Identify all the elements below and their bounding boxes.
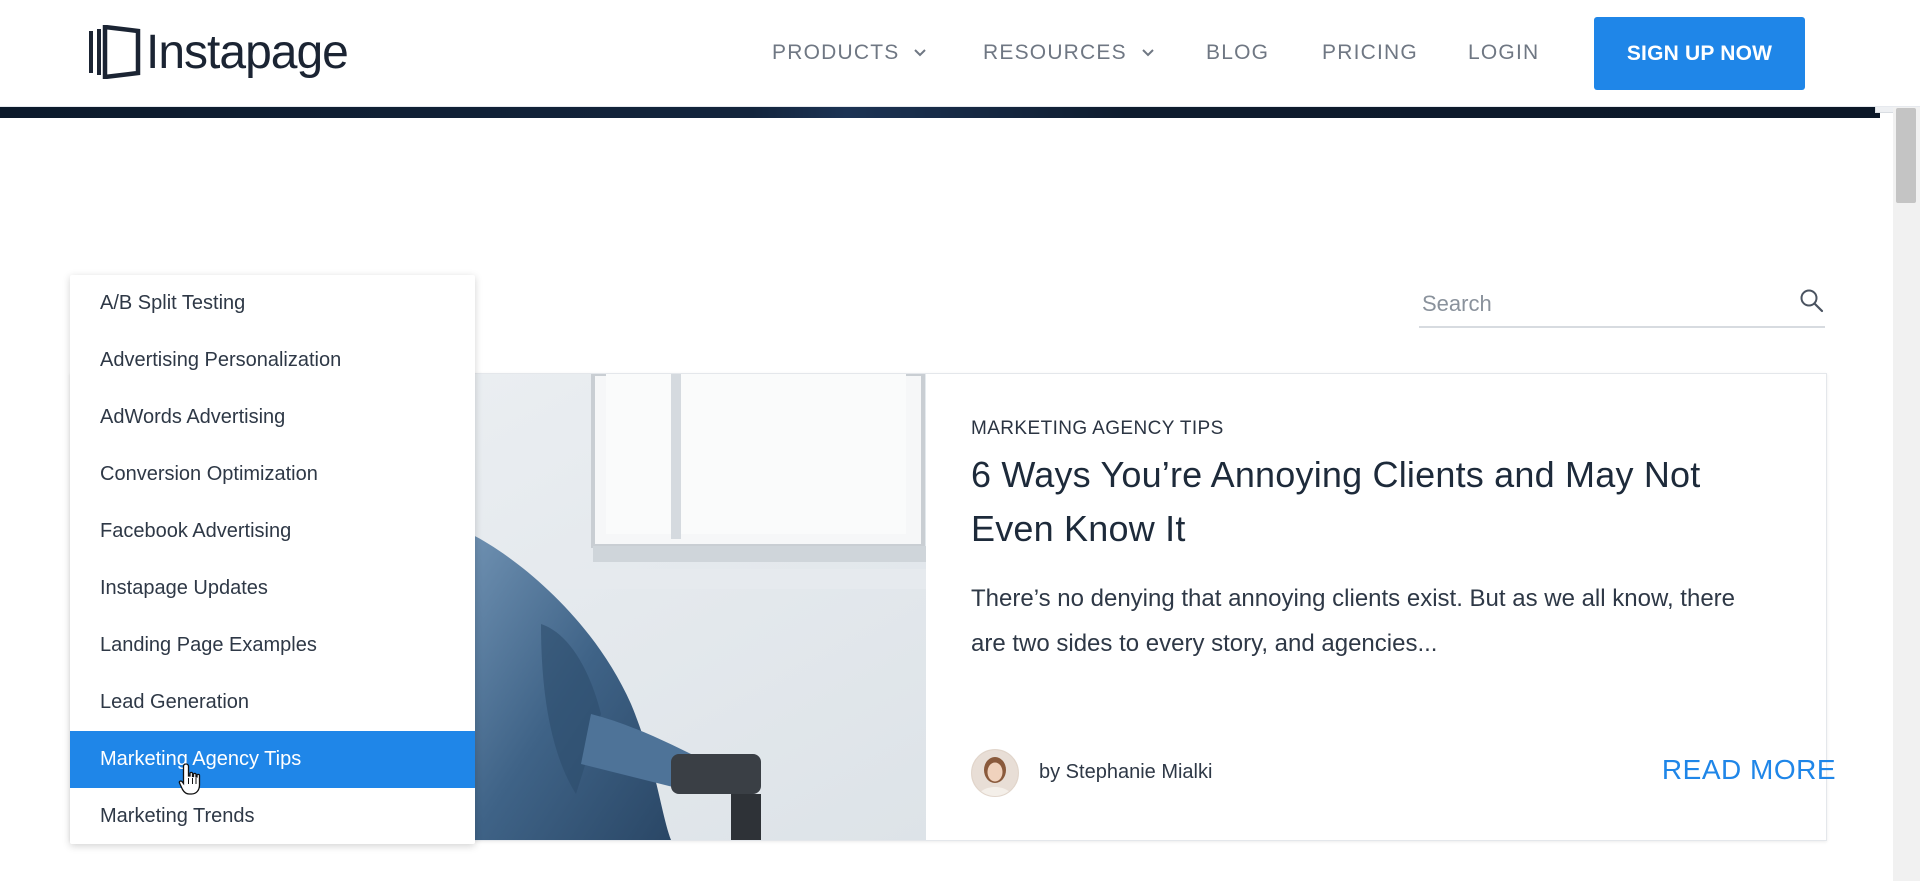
category-option-highlighted[interactable]: Marketing Agency Tips — [70, 731, 475, 788]
nav-login-label: LOGIN — [1468, 41, 1540, 64]
category-option[interactable]: Instapage Updates — [70, 560, 475, 617]
chevron-down-icon — [914, 49, 927, 57]
post-title[interactable]: 6 Ways You’re Annoying Clients and May N… — [971, 448, 1771, 556]
nav-products[interactable]: PRODUCTS — [772, 41, 927, 65]
search-input[interactable] — [1420, 286, 1784, 322]
nav-pricing[interactable]: PRICING — [1322, 41, 1418, 65]
page-scrollbar-track[interactable] — [1893, 106, 1920, 881]
chevron-down-icon — [1142, 49, 1154, 57]
nav-products-label: PRODUCTS — [772, 41, 900, 64]
post-body: MARKETING AGENCY TIPS 6 Ways You’re Anno… — [971, 374, 1835, 840]
category-option[interactable]: A/B Split Testing — [70, 275, 475, 332]
nav-pricing-label: PRICING — [1322, 41, 1418, 64]
category-option[interactable]: Landing Page Examples — [70, 617, 475, 674]
site-header: Instapage PRODUCTS RESOURCES BLOG PRICIN… — [0, 0, 1920, 107]
read-more-link[interactable]: READ MORE — [1662, 754, 1836, 786]
category-option[interactable]: Advertising Personalization — [70, 332, 475, 389]
category-option[interactable]: Facebook Advertising — [70, 503, 475, 560]
post-excerpt: There’s no denying that annoying clients… — [971, 585, 1736, 657]
category-option[interactable]: Marketing Trends — [70, 788, 475, 845]
hero-banner-edge — [0, 106, 1880, 118]
page-scrollbar-thumb[interactable] — [1896, 108, 1916, 203]
hand-pointer-cursor-icon — [178, 763, 201, 795]
post-category[interactable]: MARKETING AGENCY TIPS — [971, 418, 1224, 440]
post-author: by Stephanie Mialki — [1039, 761, 1213, 783]
search-icon[interactable] — [1799, 288, 1825, 314]
blog-search — [1419, 282, 1825, 328]
nav-blog-label: BLOG — [1206, 41, 1270, 64]
nav-login[interactable]: LOGIN — [1468, 41, 1539, 65]
nav-resources[interactable]: RESOURCES — [983, 41, 1155, 65]
logo-wordmark: Instapage — [146, 25, 349, 79]
sign-up-button[interactable]: SIGN UP NOW — [1594, 17, 1805, 90]
instapage-logo[interactable]: Instapage — [88, 24, 349, 80]
instapage-logo-icon — [89, 25, 141, 79]
nav-resources-label: RESOURCES — [983, 41, 1127, 64]
category-dropdown: A/B Split Testing Advertising Personaliz… — [70, 275, 475, 844]
category-option[interactable]: Conversion Optimization — [70, 446, 475, 503]
category-option[interactable]: Lead Generation — [70, 674, 475, 731]
category-option[interactable]: AdWords Advertising — [70, 389, 475, 446]
author-avatar — [971, 749, 1019, 797]
nav-blog[interactable]: BLOG — [1206, 41, 1269, 65]
